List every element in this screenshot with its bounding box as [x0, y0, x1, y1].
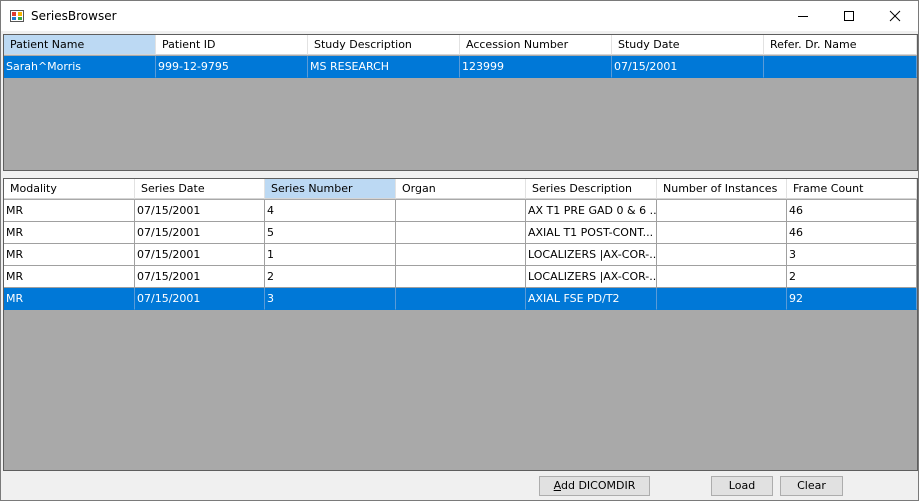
- close-button[interactable]: [872, 1, 918, 31]
- app-icon: [10, 10, 24, 22]
- minimize-icon: [798, 16, 808, 17]
- column-header-study-date[interactable]: Study Date: [612, 35, 764, 55]
- column-header-frame-count[interactable]: Frame Count: [787, 179, 917, 199]
- column-header-modality[interactable]: Modality: [4, 179, 135, 199]
- column-header-accession-number[interactable]: Accession Number: [460, 35, 612, 55]
- patients-grid[interactable]: Patient Name Patient ID Study Description A…: [3, 34, 918, 171]
- series-header-row: Modality Series Date Series Number Organ Ser…: [4, 179, 917, 199]
- cell-patient-id[interactable]: 999-12-9795: [156, 56, 308, 78]
- cell-number-of-instances[interactable]: [657, 266, 787, 288]
- column-header-series-description[interactable]: Series Description: [526, 179, 657, 199]
- cell-organ[interactable]: [396, 222, 526, 244]
- series-row[interactable]: MR 07/15/2001 5 AXIAL T1 POST-CONT... 46: [4, 222, 917, 244]
- cell-frame-count[interactable]: 3: [787, 244, 917, 266]
- series-browser-window: SeriesBrowser Patient Name Patient ID Stud…: [0, 0, 919, 501]
- cell-refer-dr-name[interactable]: [764, 56, 917, 78]
- cell-study-date[interactable]: 07/15/2001: [612, 56, 764, 78]
- cell-series-description[interactable]: AXIAL T1 POST-CONT...: [526, 222, 657, 244]
- cell-series-number[interactable]: 1: [265, 244, 396, 266]
- cell-series-date[interactable]: 07/15/2001: [135, 200, 265, 222]
- series-row[interactable]: MR 07/15/2001 2 LOCALIZERS |AX-COR-... 2: [4, 266, 917, 288]
- cell-frame-count[interactable]: 46: [787, 222, 917, 244]
- cell-series-number[interactable]: 3: [265, 288, 396, 310]
- column-header-organ[interactable]: Organ: [396, 179, 526, 199]
- cell-series-date[interactable]: 07/15/2001: [135, 244, 265, 266]
- title-bar[interactable]: SeriesBrowser: [1, 1, 918, 31]
- cell-organ[interactable]: [396, 288, 526, 310]
- cell-series-description[interactable]: LOCALIZERS |AX-COR-...: [526, 266, 657, 288]
- window-title: SeriesBrowser: [31, 9, 117, 23]
- patient-row[interactable]: Sarah^Morris 999-12-9795 MS RESEARCH 123999…: [4, 56, 917, 78]
- maximize-icon: [844, 11, 854, 21]
- cell-frame-count[interactable]: 46: [787, 200, 917, 222]
- cell-number-of-instances[interactable]: [657, 244, 787, 266]
- cell-modality[interactable]: MR: [4, 266, 135, 288]
- cell-series-number[interactable]: 4: [265, 200, 396, 222]
- close-icon: [889, 10, 901, 22]
- cell-series-date[interactable]: 07/15/2001: [135, 288, 265, 310]
- cell-study-description[interactable]: MS RESEARCH: [308, 56, 460, 78]
- cell-series-description[interactable]: LOCALIZERS |AX-COR-...: [526, 244, 657, 266]
- cell-series-number[interactable]: 5: [265, 222, 396, 244]
- add-dicomdir-mnemonic: A: [553, 479, 561, 492]
- patient-header-row: Patient Name Patient ID Study Description A…: [4, 35, 917, 55]
- cell-frame-count[interactable]: 2: [787, 266, 917, 288]
- cell-modality[interactable]: MR: [4, 222, 135, 244]
- series-row[interactable]: MR 07/15/2001 1 LOCALIZERS |AX-COR-... 3: [4, 244, 917, 266]
- cell-modality[interactable]: MR: [4, 200, 135, 222]
- column-header-number-of-instances[interactable]: Number of Instances: [657, 179, 787, 199]
- load-button[interactable]: Load: [711, 476, 773, 496]
- clear-button[interactable]: Clear: [780, 476, 843, 496]
- cell-series-date[interactable]: 07/15/2001: [135, 266, 265, 288]
- cell-organ[interactable]: [396, 244, 526, 266]
- series-grid[interactable]: Modality Series Date Series Number Organ Ser…: [3, 178, 918, 471]
- cell-number-of-instances[interactable]: [657, 288, 787, 310]
- cell-series-date[interactable]: 07/15/2001: [135, 222, 265, 244]
- cell-organ[interactable]: [396, 200, 526, 222]
- cell-modality[interactable]: MR: [4, 244, 135, 266]
- add-dicomdir-button[interactable]: Add DICOMDIR: [539, 476, 650, 496]
- column-header-patient-name[interactable]: Patient Name: [4, 35, 156, 55]
- series-row[interactable]: MR 07/15/2001 3 AXIAL FSE PD/T2 92: [4, 288, 917, 310]
- cell-frame-count[interactable]: 92: [787, 288, 917, 310]
- cell-modality[interactable]: MR: [4, 288, 135, 310]
- add-dicomdir-label: dd DICOMDIR: [560, 479, 636, 492]
- column-header-series-number[interactable]: Series Number: [265, 179, 396, 199]
- maximize-button[interactable]: [826, 1, 872, 31]
- minimize-button[interactable]: [780, 1, 826, 31]
- cell-series-number[interactable]: 2: [265, 266, 396, 288]
- cell-accession-number[interactable]: 123999: [460, 56, 612, 78]
- cell-series-description[interactable]: AXIAL FSE PD/T2: [526, 288, 657, 310]
- column-header-refer-dr-name[interactable]: Refer. Dr. Name: [764, 35, 917, 55]
- series-row[interactable]: MR 07/15/2001 4 AX T1 PRE GAD 0 & 6 ... 46: [4, 200, 917, 222]
- cell-number-of-instances[interactable]: [657, 200, 787, 222]
- cell-series-description[interactable]: AX T1 PRE GAD 0 & 6 ...: [526, 200, 657, 222]
- cell-patient-name[interactable]: Sarah^Morris: [4, 56, 156, 78]
- column-header-patient-id[interactable]: Patient ID: [156, 35, 308, 55]
- column-header-study-description[interactable]: Study Description: [308, 35, 460, 55]
- cell-number-of-instances[interactable]: [657, 222, 787, 244]
- column-header-series-date[interactable]: Series Date: [135, 179, 265, 199]
- cell-organ[interactable]: [396, 266, 526, 288]
